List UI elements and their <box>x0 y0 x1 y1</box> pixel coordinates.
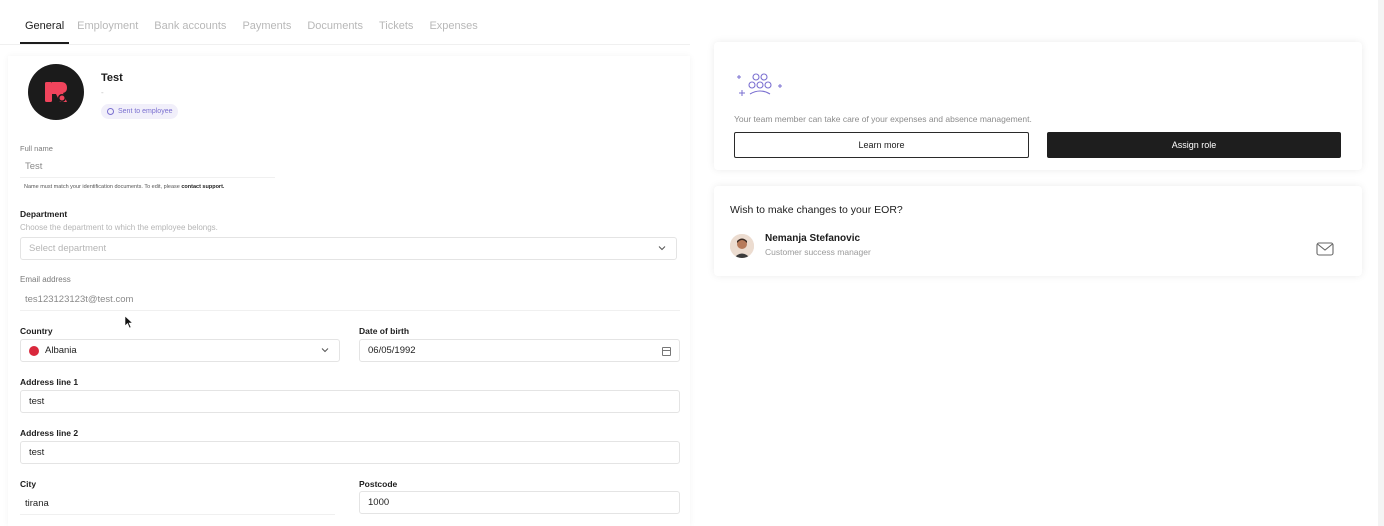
department-label: Department <box>20 209 68 219</box>
full-name-note-text: Name must match your identification docu… <box>24 184 180 190</box>
clock-icon <box>107 108 114 115</box>
person-role: Customer success manager <box>765 247 871 257</box>
learn-more-button[interactable]: Learn more <box>734 132 1029 158</box>
department-select[interactable]: Select department <box>20 237 677 260</box>
tab-employment[interactable]: Employment <box>69 10 146 44</box>
calendar-icon[interactable] <box>662 347 671 356</box>
department-placeholder: Select department <box>29 243 107 254</box>
tab-documents[interactable]: Documents <box>299 10 371 44</box>
status-badge: Sent to employee <box>101 104 179 119</box>
address2-label: Address line 2 <box>20 428 79 438</box>
country-label: Country <box>20 326 53 336</box>
dob-label: Date of birth <box>359 326 410 336</box>
scrollbar[interactable] <box>1378 0 1384 526</box>
albania-flag-icon <box>29 345 39 356</box>
profile-subtitle: - <box>101 88 104 97</box>
full-name-field[interactable]: Test <box>20 156 275 178</box>
city-label: City <box>20 479 37 489</box>
address1-label: Address line 1 <box>20 377 79 387</box>
address2-field[interactable]: test <box>20 441 680 464</box>
mouse-cursor-icon <box>124 315 134 329</box>
email-field[interactable]: tes123123123t@test.com <box>20 288 680 311</box>
tab-payments[interactable]: Payments <box>234 10 299 44</box>
eor-card-title: Wish to make changes to your EOR? <box>730 204 903 216</box>
department-hint: Choose the department to which the emplo… <box>20 223 218 232</box>
tabs-divider <box>0 44 690 45</box>
assign-role-button[interactable]: Assign role <box>1047 132 1341 158</box>
tab-general[interactable]: General <box>20 10 70 44</box>
team-icon <box>737 73 782 96</box>
tab-bar: General Employment Bank accounts Payment… <box>20 10 486 44</box>
country-value: Albania <box>45 345 77 356</box>
city-field[interactable]: tirana <box>20 492 335 515</box>
status-badge-label: Sent to employee <box>118 108 173 115</box>
contact-support-link[interactable]: contact support. <box>181 184 224 190</box>
dob-field[interactable]: 06/05/1992 <box>359 339 680 362</box>
full-name-label: Full name <box>20 144 53 153</box>
profile-name: Test <box>101 72 123 84</box>
eor-contact-card <box>714 186 1362 276</box>
mail-icon[interactable] <box>1316 242 1334 256</box>
person-name: Nemanja Stefanovic <box>765 233 861 244</box>
tab-tickets[interactable]: Tickets <box>371 10 421 44</box>
person-avatar-icon <box>730 234 754 258</box>
tab-bank-accounts[interactable]: Bank accounts <box>146 10 234 44</box>
chevron-down-icon <box>321 348 329 353</box>
chevron-down-icon <box>658 246 666 251</box>
postcode-label: Postcode <box>359 479 398 489</box>
country-select[interactable]: Albania <box>20 339 340 362</box>
tab-expenses[interactable]: Expenses <box>421 10 485 44</box>
full-name-note: Name must match your identification docu… <box>24 184 224 190</box>
avatar <box>730 234 754 258</box>
postcode-field[interactable]: 1000 <box>359 491 680 514</box>
address1-field[interactable]: test <box>20 390 680 413</box>
company-avatar <box>28 64 84 120</box>
email-label: Email address <box>20 275 71 284</box>
assign-role-description: Your team member can take care of your e… <box>734 114 1032 124</box>
dob-value: 06/05/1992 <box>368 345 416 356</box>
company-logo-icon <box>45 82 67 102</box>
